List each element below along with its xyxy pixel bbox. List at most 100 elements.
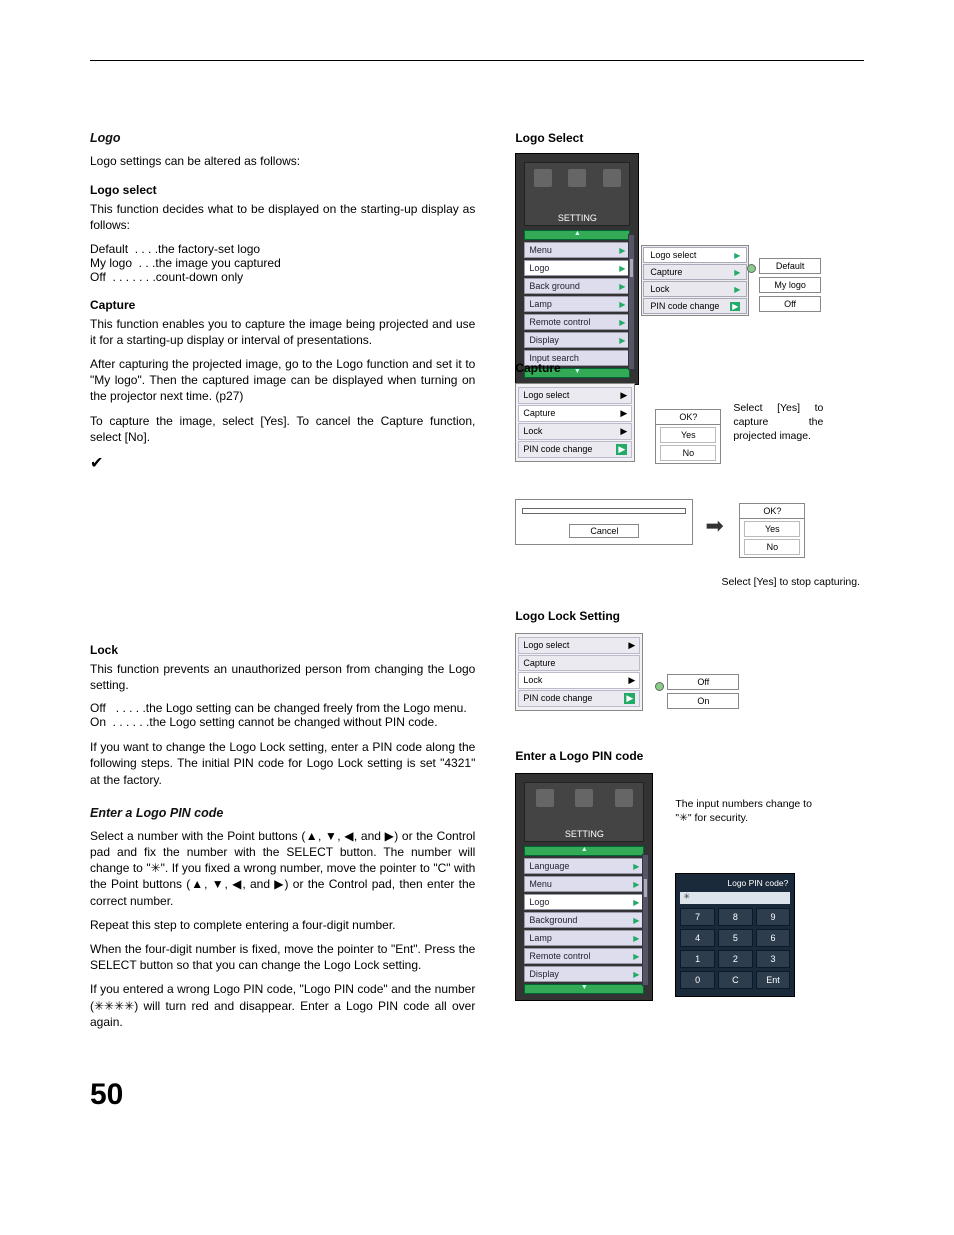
fig-lock-label: Logo Lock Setting [515, 609, 864, 623]
lock-term-0: Off . . . . . [90, 701, 146, 715]
scroll-up-icon[interactable] [524, 846, 644, 856]
option-item[interactable]: Off [667, 674, 739, 690]
option-item[interactable]: On [667, 693, 739, 709]
ok-dialog: OK? Yes No [655, 409, 721, 464]
menu-item[interactable]: Lamp▶ [524, 930, 644, 946]
lock-def-0: the Logo setting can be changed freely f… [146, 701, 476, 715]
key-button[interactable]: 6 [756, 929, 791, 947]
key-button[interactable]: 9 [756, 908, 791, 926]
logo-select-desc: This function decides what to be display… [90, 201, 475, 233]
menu-item[interactable]: Background▶ [524, 912, 644, 928]
submenu-item[interactable]: Lock▶ [643, 281, 747, 297]
submenu-item[interactable]: Logo select▶ [518, 387, 632, 404]
logo-options: Default My logo Off [759, 255, 821, 315]
lock-desc: This function prevents an unauthorized p… [90, 661, 475, 693]
fig-logo-select: SETTING Menu▶ Logo▶ Back ground▶ Lamp▶ R… [515, 153, 864, 333]
submenu-item[interactable]: PIN code change▶ [518, 690, 640, 707]
ok-dialog-2: OK? Yes No [739, 503, 805, 558]
progress-bar [522, 508, 686, 514]
radio-icon[interactable] [747, 264, 756, 273]
option-item[interactable]: My logo [759, 277, 821, 293]
setting-title: SETTING [558, 211, 597, 225]
menu-item[interactable]: Lamp▶ [524, 296, 630, 312]
logo-heading: Logo [90, 131, 475, 145]
ls-term-1: My logo . . . [90, 256, 155, 270]
ls-def-2: count-down only [156, 270, 476, 284]
menu-item[interactable]: Menu▶ [524, 876, 644, 892]
key-button[interactable]: C [718, 971, 753, 989]
key-button[interactable]: 1 [680, 950, 715, 968]
radio-icon[interactable] [655, 682, 664, 691]
pin-keypad: Logo PIN code? ✳ 789 456 123 0CEnt [675, 873, 795, 997]
logo-select-list: Default . . . .the factory-set logo My l… [90, 242, 475, 284]
yes-button[interactable]: Yes [660, 427, 716, 443]
no-button[interactable]: No [660, 445, 716, 461]
logo-submenu: Logo select▶ Capture▶ Lock▶ PIN code cha… [641, 245, 749, 316]
key-button[interactable]: 8 [718, 908, 753, 926]
logo-select-heading: Logo select [90, 183, 475, 197]
radio-column [747, 257, 756, 279]
submenu-item[interactable]: PIN code change▶ [518, 441, 632, 458]
menu-item[interactable]: Remote control▶ [524, 948, 644, 964]
arrow-right-icon: ➡ [705, 513, 723, 539]
submenu-item[interactable]: Lock▶ [518, 672, 640, 689]
menu-item[interactable]: Logo▶ [524, 260, 630, 276]
pin-heading: Enter a Logo PIN code [90, 806, 475, 820]
option-item[interactable]: Off [759, 296, 821, 312]
submenu-item[interactable]: Capture▶ [518, 405, 632, 422]
submenu-item[interactable]: Logo select▶ [643, 247, 747, 263]
key-button[interactable]: 3 [756, 950, 791, 968]
yes-button[interactable]: Yes [744, 521, 800, 537]
scrollbar[interactable] [642, 854, 649, 986]
menu-item[interactable]: Display▶ [524, 966, 644, 982]
check-icon: ✔ [90, 453, 475, 473]
menu-item[interactable]: Language▶ [524, 858, 644, 874]
key-button[interactable]: Ent [756, 971, 791, 989]
pin-p4: If you entered a wrong Logo PIN code, "L… [90, 981, 475, 1030]
radio-column [655, 675, 664, 697]
top-rule [90, 60, 864, 61]
key-button[interactable]: 2 [718, 950, 753, 968]
fig-capture-label: Capture [515, 361, 864, 375]
setting-thumb: SETTING [524, 782, 644, 842]
submenu-item[interactable]: PIN code change▶ [643, 298, 747, 314]
menu-item[interactable]: Logo▶ [524, 894, 644, 910]
pin-p1: Select a number with the Point buttons (… [90, 828, 475, 909]
left-column: Logo Logo settings can be altered as fol… [90, 131, 475, 1038]
key-button[interactable]: 4 [680, 929, 715, 947]
ok-label: OK? [740, 504, 804, 519]
scroll-down-icon[interactable] [524, 984, 644, 994]
scroll-up-icon[interactable] [524, 230, 630, 240]
submenu-item[interactable]: Lock▶ [518, 423, 632, 440]
lock-list: Off . . . . .the Logo setting can be cha… [90, 701, 475, 729]
option-item[interactable]: Default [759, 258, 821, 274]
menu-item[interactable]: Display▶ [524, 332, 630, 348]
capture-p1: This function enables you to capture the… [90, 316, 475, 348]
ls-term-0: Default . . . . [90, 242, 158, 256]
fig-logo-select-label: Logo Select [515, 131, 864, 145]
no-button[interactable]: No [744, 539, 800, 555]
submenu-item[interactable]: Capture▶ [643, 264, 747, 280]
capture-p2: After capturing the projected image, go … [90, 356, 475, 405]
key-button[interactable]: 5 [718, 929, 753, 947]
key-button[interactable]: 7 [680, 908, 715, 926]
right-column: Logo Select SETTING Menu▶ Logo▶ Back gro… [515, 131, 864, 1038]
capture-note-1: Select [Yes] to capture the projected im… [733, 401, 823, 444]
lock-options: Off On [667, 671, 739, 712]
setting-panel-2: SETTING Language▶ Menu▶ Logo▶ Background… [515, 773, 653, 1001]
ls-term-2: Off . . . . . . . [90, 270, 156, 284]
submenu-item[interactable]: Logo select▶ [518, 637, 640, 654]
lock-heading: Lock [90, 643, 475, 657]
cancel-button[interactable]: Cancel [569, 524, 639, 538]
fig-capture: Capture Logo select▶ Capture▶ Lock▶ PIN … [515, 361, 864, 589]
key-button[interactable]: 0 [680, 971, 715, 989]
menu-item[interactable]: Remote control▶ [524, 314, 630, 330]
ls-def-1: the image you captured [155, 256, 475, 270]
setting-thumb: SETTING [524, 162, 630, 226]
capture-heading: Capture [90, 298, 475, 312]
menu-item[interactable]: Menu▶ [524, 242, 630, 258]
submenu-item[interactable]: Capture [518, 655, 640, 671]
logo-intro: Logo settings can be altered as follows: [90, 153, 475, 169]
scrollbar[interactable] [628, 234, 635, 370]
menu-item[interactable]: Back ground▶ [524, 278, 630, 294]
